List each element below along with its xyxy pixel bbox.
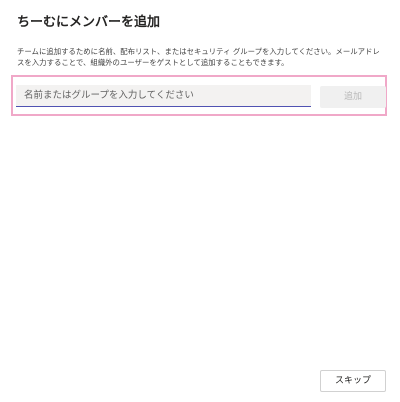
member-search-placeholder: 名前またはグループを入力してください [24, 90, 194, 101]
dialog-title: ちーむにメンバーを追加 [17, 15, 161, 30]
skip-button[interactable]: スキップ [320, 370, 386, 392]
member-search-input[interactable]: 名前またはグループを入力してください [16, 85, 311, 107]
dialog-description: チームに追加するために名前、配布リスト、またはセキュリティ グループを入力してく… [17, 47, 380, 67]
add-button[interactable]: 追加 [320, 86, 386, 108]
